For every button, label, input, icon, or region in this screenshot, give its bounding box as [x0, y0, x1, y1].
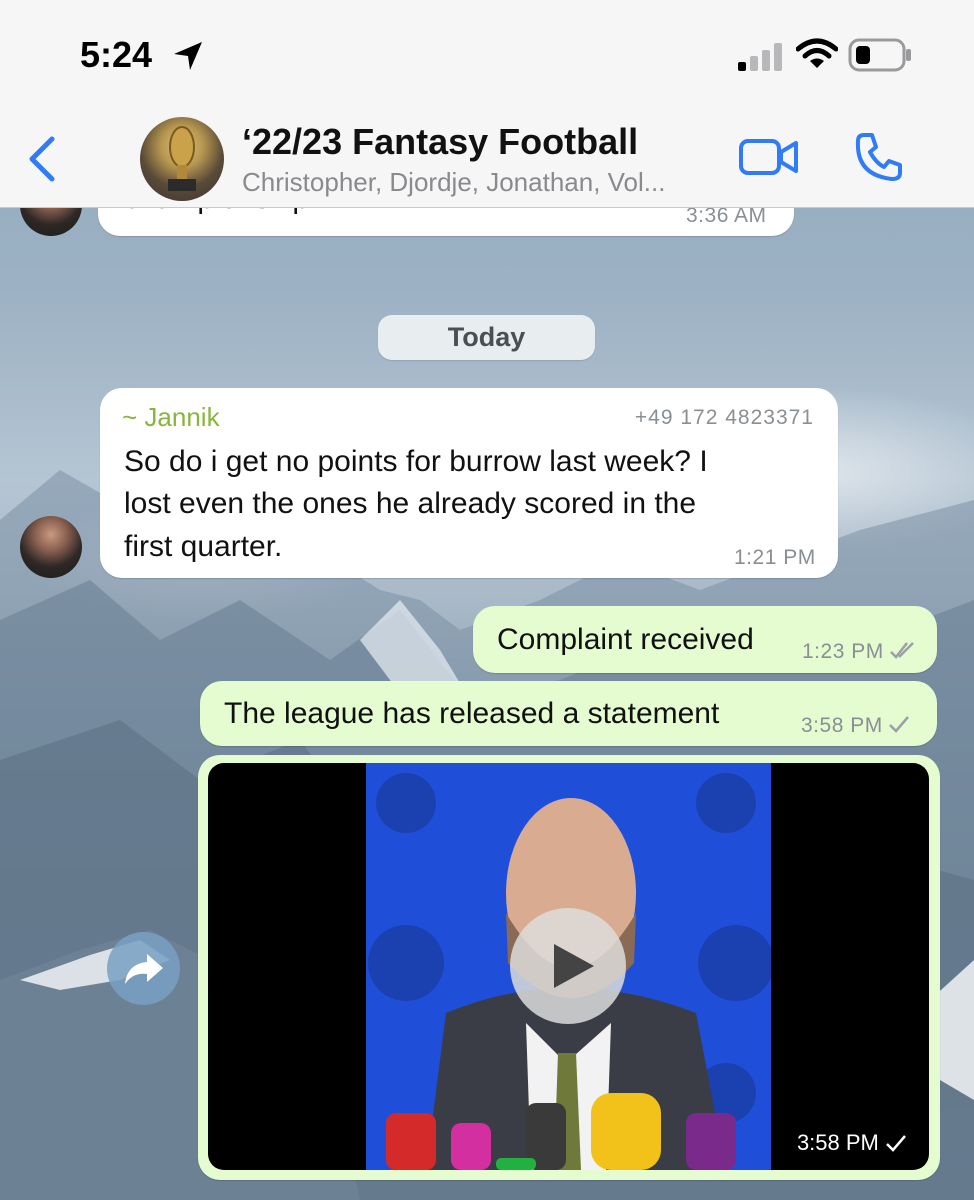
status-bar: 5:24	[0, 0, 974, 105]
chat-title[interactable]: ‘22/23 Fantasy Football	[242, 121, 638, 163]
message-text-line: lost even the ones he already scored in …	[124, 487, 697, 520]
wifi-icon	[796, 38, 838, 68]
play-icon	[554, 944, 594, 988]
check-icon	[886, 1135, 906, 1152]
video-call-icon[interactable]	[738, 135, 800, 179]
message-text-line: So do i get no points for burrow last we…	[124, 445, 708, 478]
video-message-time: 3:58 PM	[797, 1130, 907, 1156]
chat-members[interactable]: Christopher, Djordje, Jonathan, Vol...	[242, 167, 712, 198]
forward-icon	[125, 954, 163, 984]
play-button[interactable]	[510, 908, 626, 1024]
message-text-line: first quarter.	[124, 530, 283, 563]
group-avatar[interactable]	[140, 117, 224, 201]
sender-name[interactable]: ~ Jannik	[122, 402, 220, 433]
back-chevron-icon[interactable]	[26, 135, 58, 183]
video-thumbnail[interactable]: 3:58 PM	[208, 763, 929, 1170]
signal-icon	[738, 43, 782, 71]
trophy-image	[168, 126, 196, 191]
message-text: Complaint received	[497, 623, 754, 656]
status-time: 5:24	[80, 34, 153, 75]
message-time: 1:21 PM	[734, 546, 816, 569]
chat-header-overlay: ‘22/23 Fantasy Football Christopher, Djo…	[0, 105, 974, 207]
date-separator: Today	[378, 315, 595, 360]
double-check-icon	[890, 642, 914, 659]
sender-phone: +49 172 4823371	[634, 406, 814, 429]
message-time: 3:58 PM	[796, 1130, 879, 1155]
phone-icon[interactable]	[852, 131, 904, 183]
message-time: 1:23 PM	[802, 640, 884, 663]
message-bubble-out-statement[interactable]: The league has released a statement 3:58…	[200, 681, 937, 746]
location-arrow-icon	[174, 42, 202, 70]
message-time: 3:58 PM	[801, 714, 883, 737]
message-bubble-jannik[interactable]: ~ Jannik +49 172 4823371 So do i get no …	[100, 388, 838, 578]
message-text: The league has released a statement	[224, 697, 720, 730]
check-icon	[889, 716, 909, 733]
battery-icon	[848, 38, 911, 72]
forward-button[interactable]	[107, 932, 180, 1005]
message-bubble-out-complaint[interactable]: Complaint received 1:23 PM	[473, 606, 937, 673]
avatar[interactable]	[20, 516, 82, 578]
message-time: 3:36 AM	[686, 204, 767, 227]
